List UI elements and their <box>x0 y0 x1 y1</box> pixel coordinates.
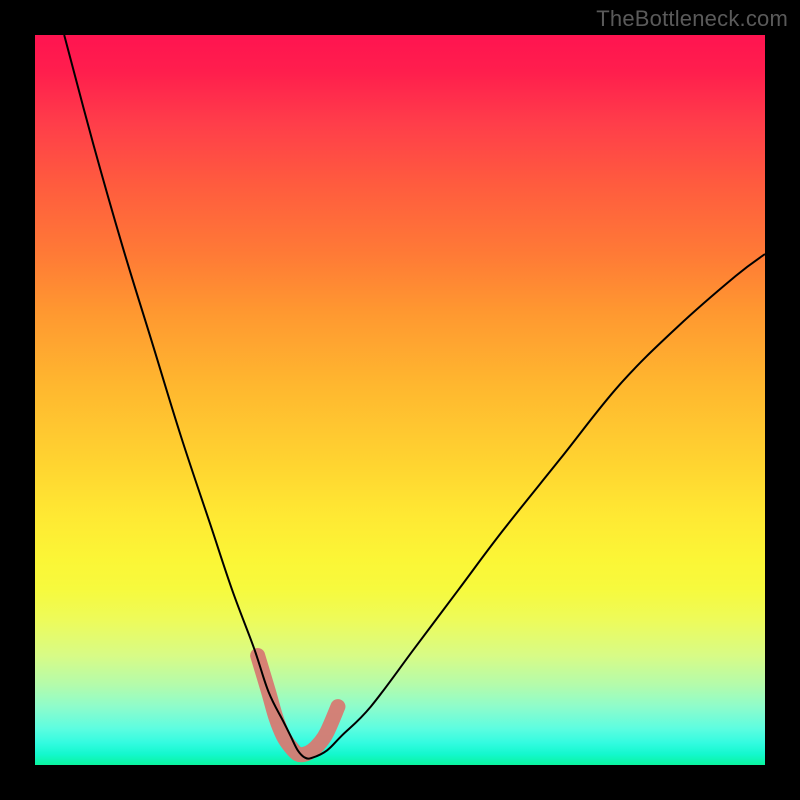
plot-area <box>35 35 765 765</box>
marker-band <box>258 656 338 755</box>
curve-svg <box>35 35 765 765</box>
watermark-text: TheBottleneck.com <box>596 6 788 32</box>
bottleneck-curve <box>64 35 765 759</box>
chart-frame: TheBottleneck.com <box>0 0 800 800</box>
